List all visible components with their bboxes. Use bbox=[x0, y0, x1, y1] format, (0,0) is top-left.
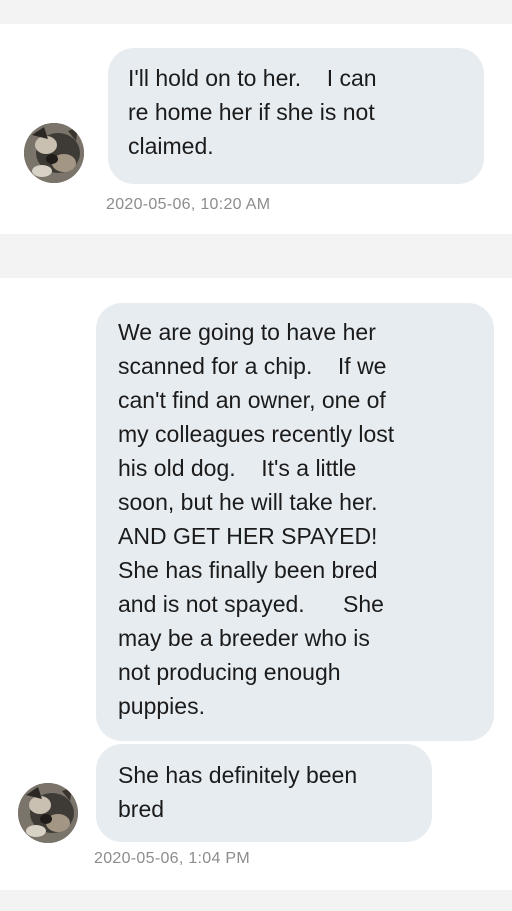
message-timestamp: 2020-05-06, 1:04 PM bbox=[94, 850, 251, 867]
message-bubble[interactable]: She has definitely been bred bbox=[96, 744, 432, 842]
message-bubble[interactable]: I'll hold on to her. I can re home her i… bbox=[108, 48, 484, 184]
message-bubble[interactable]: We are going to have her scanned for a c… bbox=[96, 303, 494, 741]
message-timestamp: 2020-05-06, 10:20 AM bbox=[106, 196, 271, 213]
dog-avatar-icon[interactable] bbox=[24, 123, 84, 183]
dog-avatar-icon[interactable] bbox=[18, 783, 78, 843]
